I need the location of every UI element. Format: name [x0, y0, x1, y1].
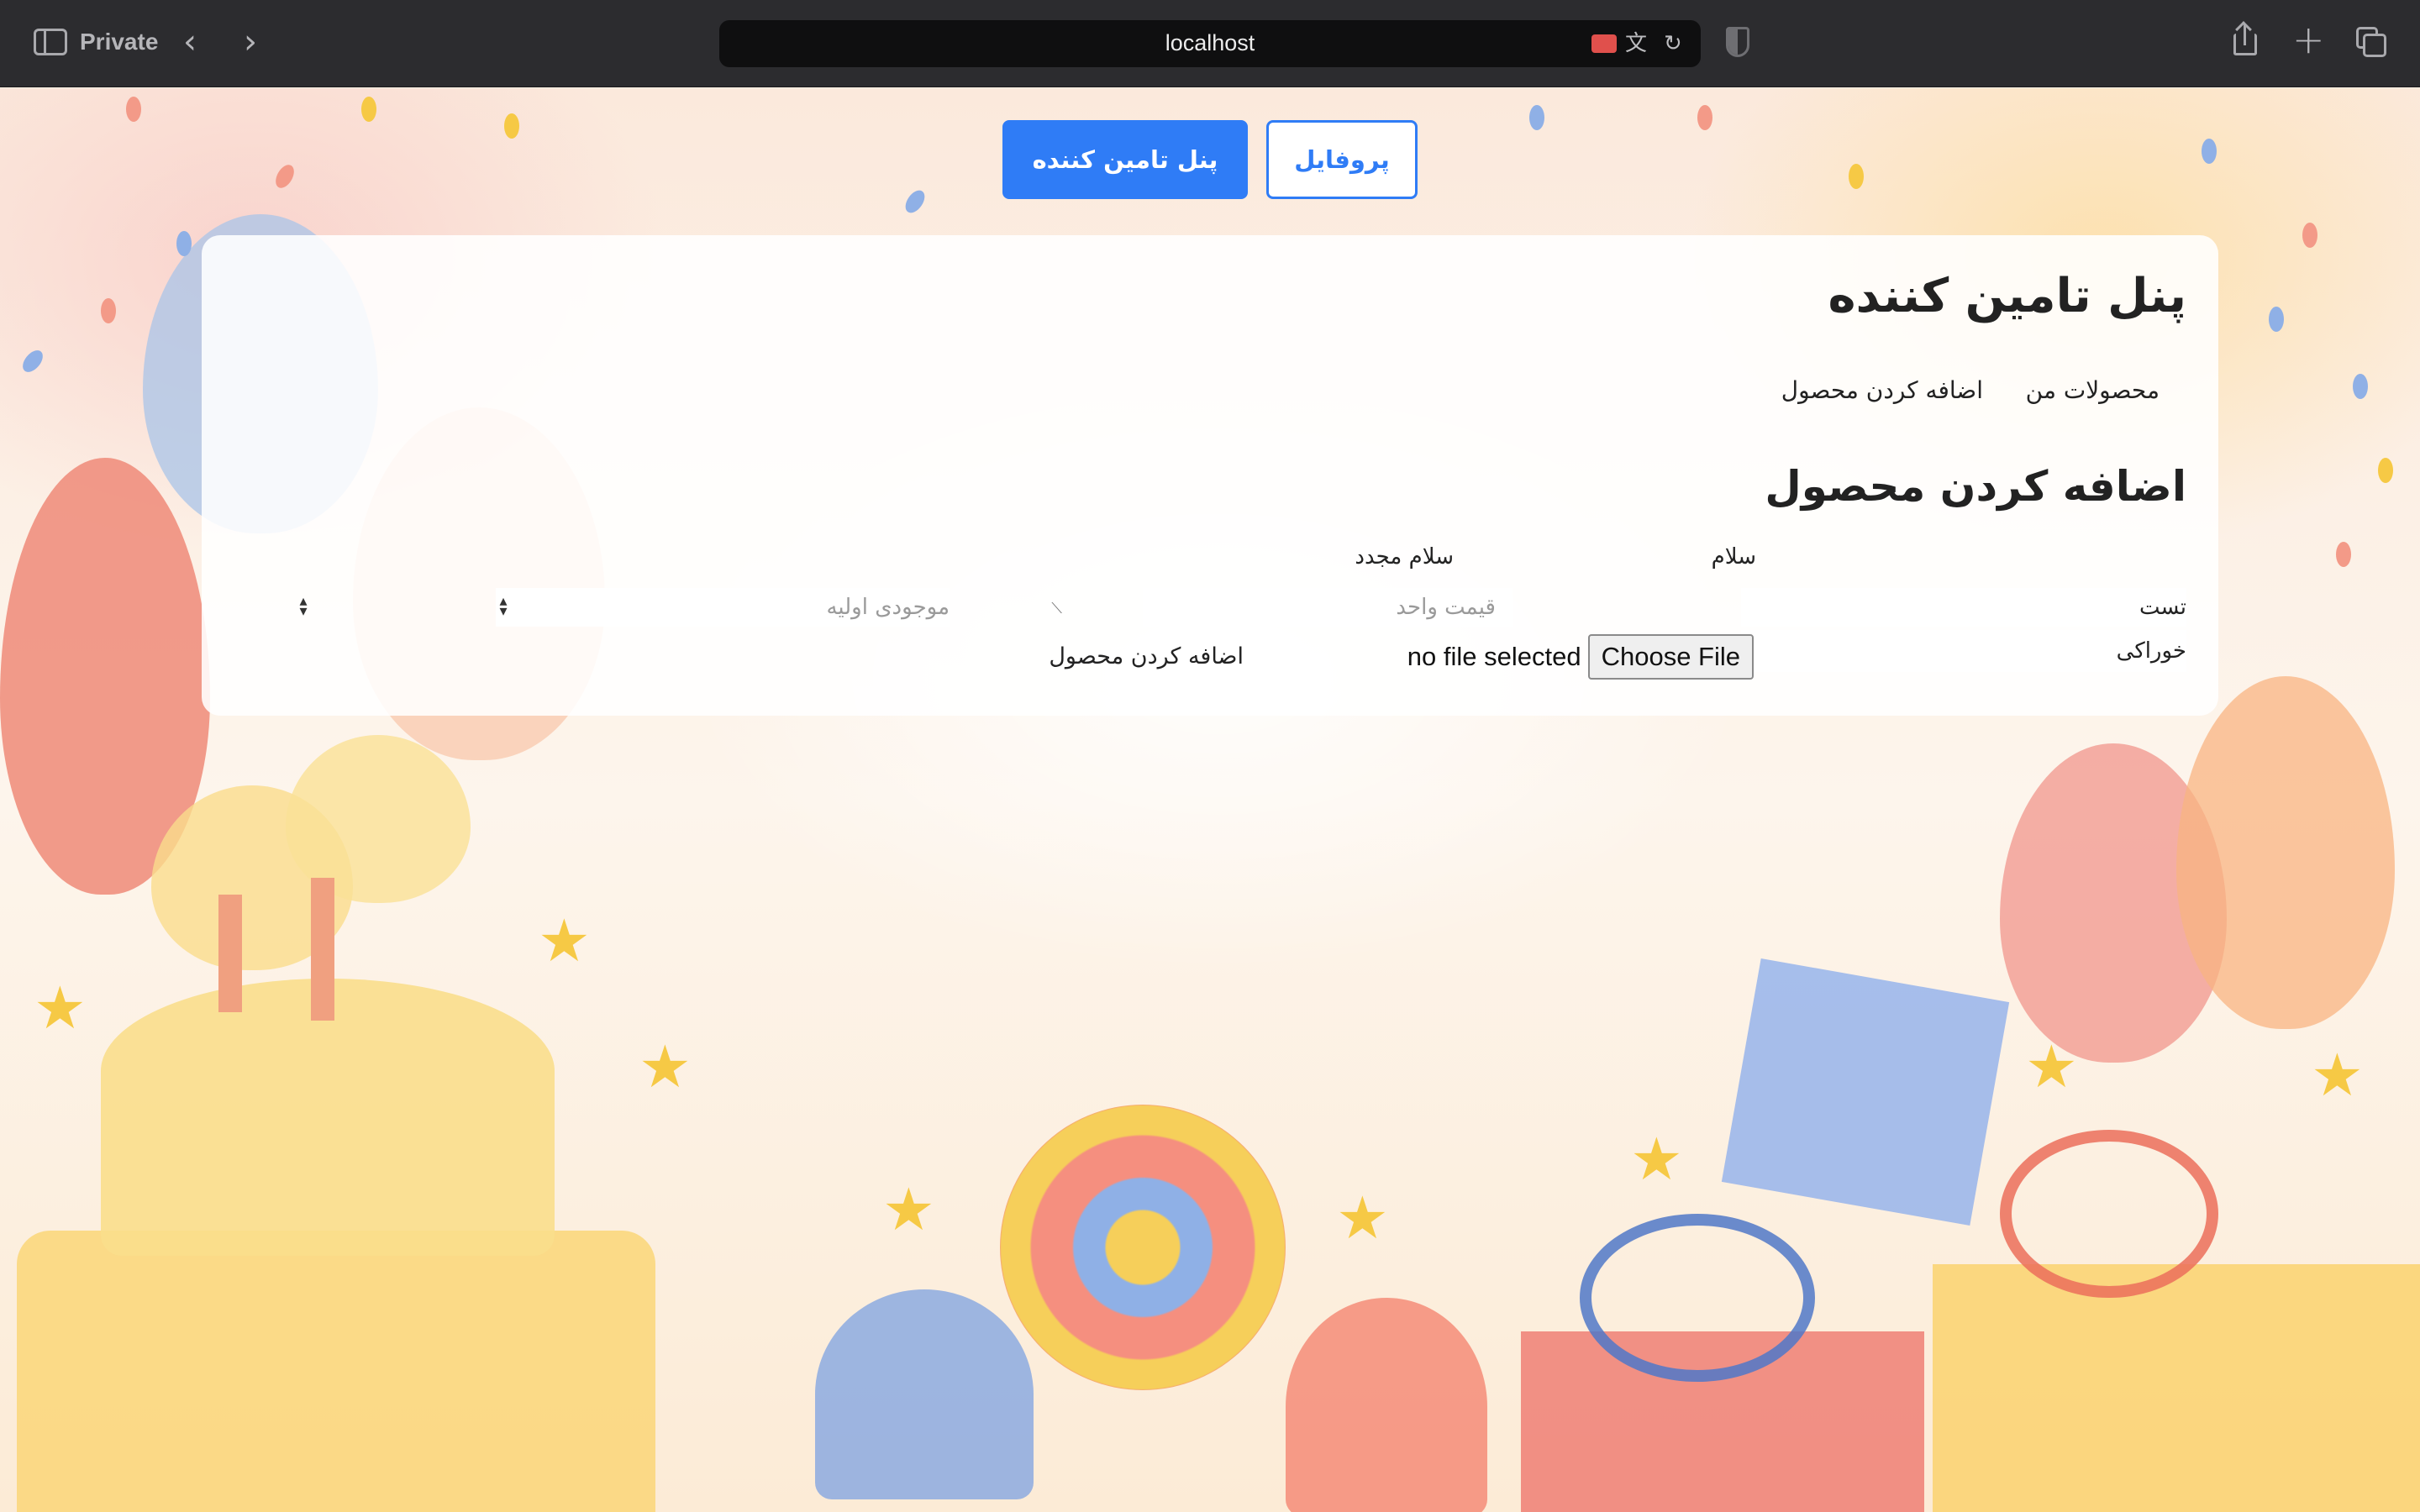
confetti-decoration: [2269, 307, 2284, 332]
profile-button[interactable]: پروفایل: [1266, 120, 1418, 199]
balloon-illustration: [2176, 676, 2395, 1029]
cupcake-illustration: [1286, 1298, 1487, 1512]
supplier-panel-button[interactable]: پنل تامین کننده: [1002, 120, 1248, 199]
candle-illustration: [311, 878, 334, 1021]
reload-icon[interactable]: ↻: [1664, 32, 1682, 55]
ribbon-illustration: [1580, 1214, 1815, 1382]
confetti-decoration: [2353, 374, 2368, 399]
gift-illustration: [1933, 1264, 2420, 1512]
confetti-decoration: [2378, 458, 2393, 483]
ribbon-illustration: [2000, 1130, 2218, 1298]
initial-stock-input[interactable]: موجودی اولیه ▴ ▾: [496, 588, 950, 627]
star-decoration: ★: [538, 906, 591, 975]
star-decoration: ★: [639, 1032, 692, 1101]
privacy-shield-icon[interactable]: [1726, 27, 1749, 57]
confetti-decoration: [101, 298, 116, 323]
confetti-decoration: [176, 231, 192, 256]
unit-price-input[interactable]: قیمت واحد: [1143, 588, 1496, 627]
initial-stock-placeholder: موجودی اولیه: [826, 595, 950, 620]
confetti-decoration: [2336, 542, 2351, 567]
textarea-resize-handle-icon[interactable]: ⟋: [1051, 600, 1062, 617]
confetti-decoration: [361, 97, 376, 122]
supplier-panel-card: پنل تامین کننده محصولات من اضافه کردن مح…: [202, 235, 2218, 716]
star-decoration: ★: [1336, 1184, 1389, 1252]
star-decoration: ★: [2025, 1032, 2078, 1101]
category-input[interactable]: خوراکی: [1741, 630, 2186, 672]
gift-illustration: [1721, 958, 2010, 1226]
translate-icon[interactable]: 文: [1625, 32, 1647, 55]
browser-toolbar: Private ‹ › localhost 文 ↻ +: [0, 0, 2420, 87]
image-file-picker: no file selected Choose File: [1407, 634, 1754, 680]
panel-title: پنل تامین کننده: [1828, 269, 2186, 323]
new-tab-icon[interactable]: +: [2292, 18, 2325, 60]
private-mode-label: Private: [80, 29, 159, 55]
lollipop-illustration: [1000, 1105, 1286, 1390]
name-label: سلام: [1711, 544, 1756, 570]
file-status-text: no file selected: [1407, 642, 1581, 671]
forward-arrow-icon[interactable]: ›: [244, 24, 257, 60]
url-text[interactable]: localhost: [719, 30, 1701, 56]
stepper-icon[interactable]: ▴ ▾: [496, 594, 511, 619]
camera-indicator-icon[interactable]: [1591, 34, 1617, 53]
stepper-icon[interactable]: ▴ ▾: [296, 594, 311, 619]
cake-illustration: [17, 1231, 655, 1512]
back-arrow-icon[interactable]: ‹: [183, 24, 197, 60]
greeting2-label: سلام مجدد: [1355, 544, 1454, 570]
category-value: خوراکی: [2116, 638, 2186, 664]
confetti-decoration: [2302, 223, 2317, 248]
candle-illustration: [218, 895, 242, 1012]
confetti-decoration: [18, 346, 47, 376]
star-decoration: ★: [1630, 1125, 1683, 1194]
tab-add-product[interactable]: اضافه کردن محصول: [1781, 376, 1983, 404]
product-title-input[interactable]: تست: [1741, 588, 2186, 627]
share-icon[interactable]: [2232, 21, 2259, 55]
confetti-decoration: [126, 97, 141, 122]
unit-price-placeholder: قیمت واحد: [1396, 595, 1496, 620]
add-product-submit[interactable]: اضافه کردن محصول: [1049, 643, 1244, 669]
product-title-value: تست: [2139, 595, 2186, 620]
add-product-heading: اضافه کردن محصول: [1765, 462, 2186, 511]
sidebar-toggle-icon[interactable]: [34, 29, 67, 55]
star-decoration: ★: [2311, 1041, 2364, 1110]
choose-file-button[interactable]: Choose File: [1587, 634, 1754, 680]
star-decoration: ★: [882, 1175, 935, 1244]
star-decoration: ★: [34, 974, 87, 1042]
cupcake-illustration: [815, 1289, 1034, 1499]
tab-my-products[interactable]: محصولات من: [2026, 376, 2160, 404]
address-bar[interactable]: localhost 文 ↻: [719, 20, 1701, 67]
top-navigation: پروفایل پنل تامین کننده: [0, 120, 2420, 199]
tab-overview-icon[interactable]: [2356, 27, 2386, 57]
